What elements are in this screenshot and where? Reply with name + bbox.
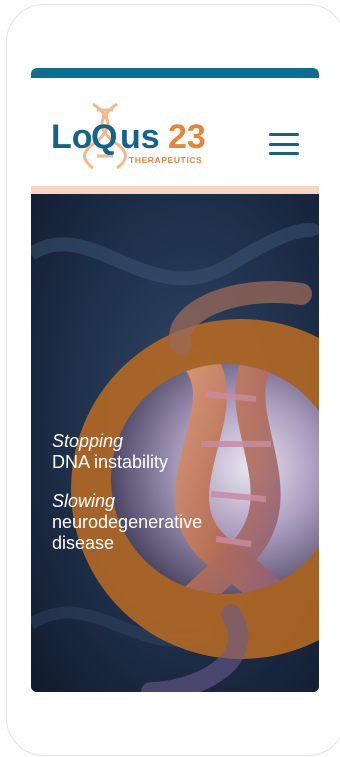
logo-tagline: THERAPEUTICS: [129, 155, 202, 165]
logo-text-us: us: [120, 118, 160, 156]
app-screen: Lo Q us 23 THERAPEUTICS Stopping DNA ins…: [31, 68, 319, 692]
logo-graphic: Lo Q us 23 THERAPEUTICS: [51, 102, 206, 170]
hero-banner: Stopping DNA instability Slowing neurode…: [31, 194, 319, 692]
logo-text-q: Q: [91, 118, 117, 156]
hero-line2-rest-b: disease: [52, 533, 115, 553]
hero-tagline: Stopping DNA instability Slowing neurode…: [52, 431, 272, 554]
hero-line1-italic: Stopping: [52, 431, 124, 451]
menu-bar-middle: [269, 142, 299, 146]
site-header: Lo Q us 23 THERAPEUTICS: [31, 78, 319, 186]
logo-text-number: 23: [168, 118, 206, 156]
company-logo[interactable]: Lo Q us 23 THERAPEUTICS: [49, 100, 229, 170]
menu-bar-top: [269, 133, 299, 136]
hero-line2-rest-a: neurodegenerative: [52, 512, 203, 532]
hamburger-menu-icon[interactable]: [269, 133, 299, 155]
top-accent-bar: [31, 68, 319, 78]
hero-line2-italic: Slowing: [52, 491, 116, 511]
header-divider: [31, 186, 319, 194]
menu-bar-bottom: [269, 152, 299, 155]
hero-line1-rest: DNA instability: [52, 452, 169, 472]
logo-text-lo: Lo: [51, 118, 93, 156]
